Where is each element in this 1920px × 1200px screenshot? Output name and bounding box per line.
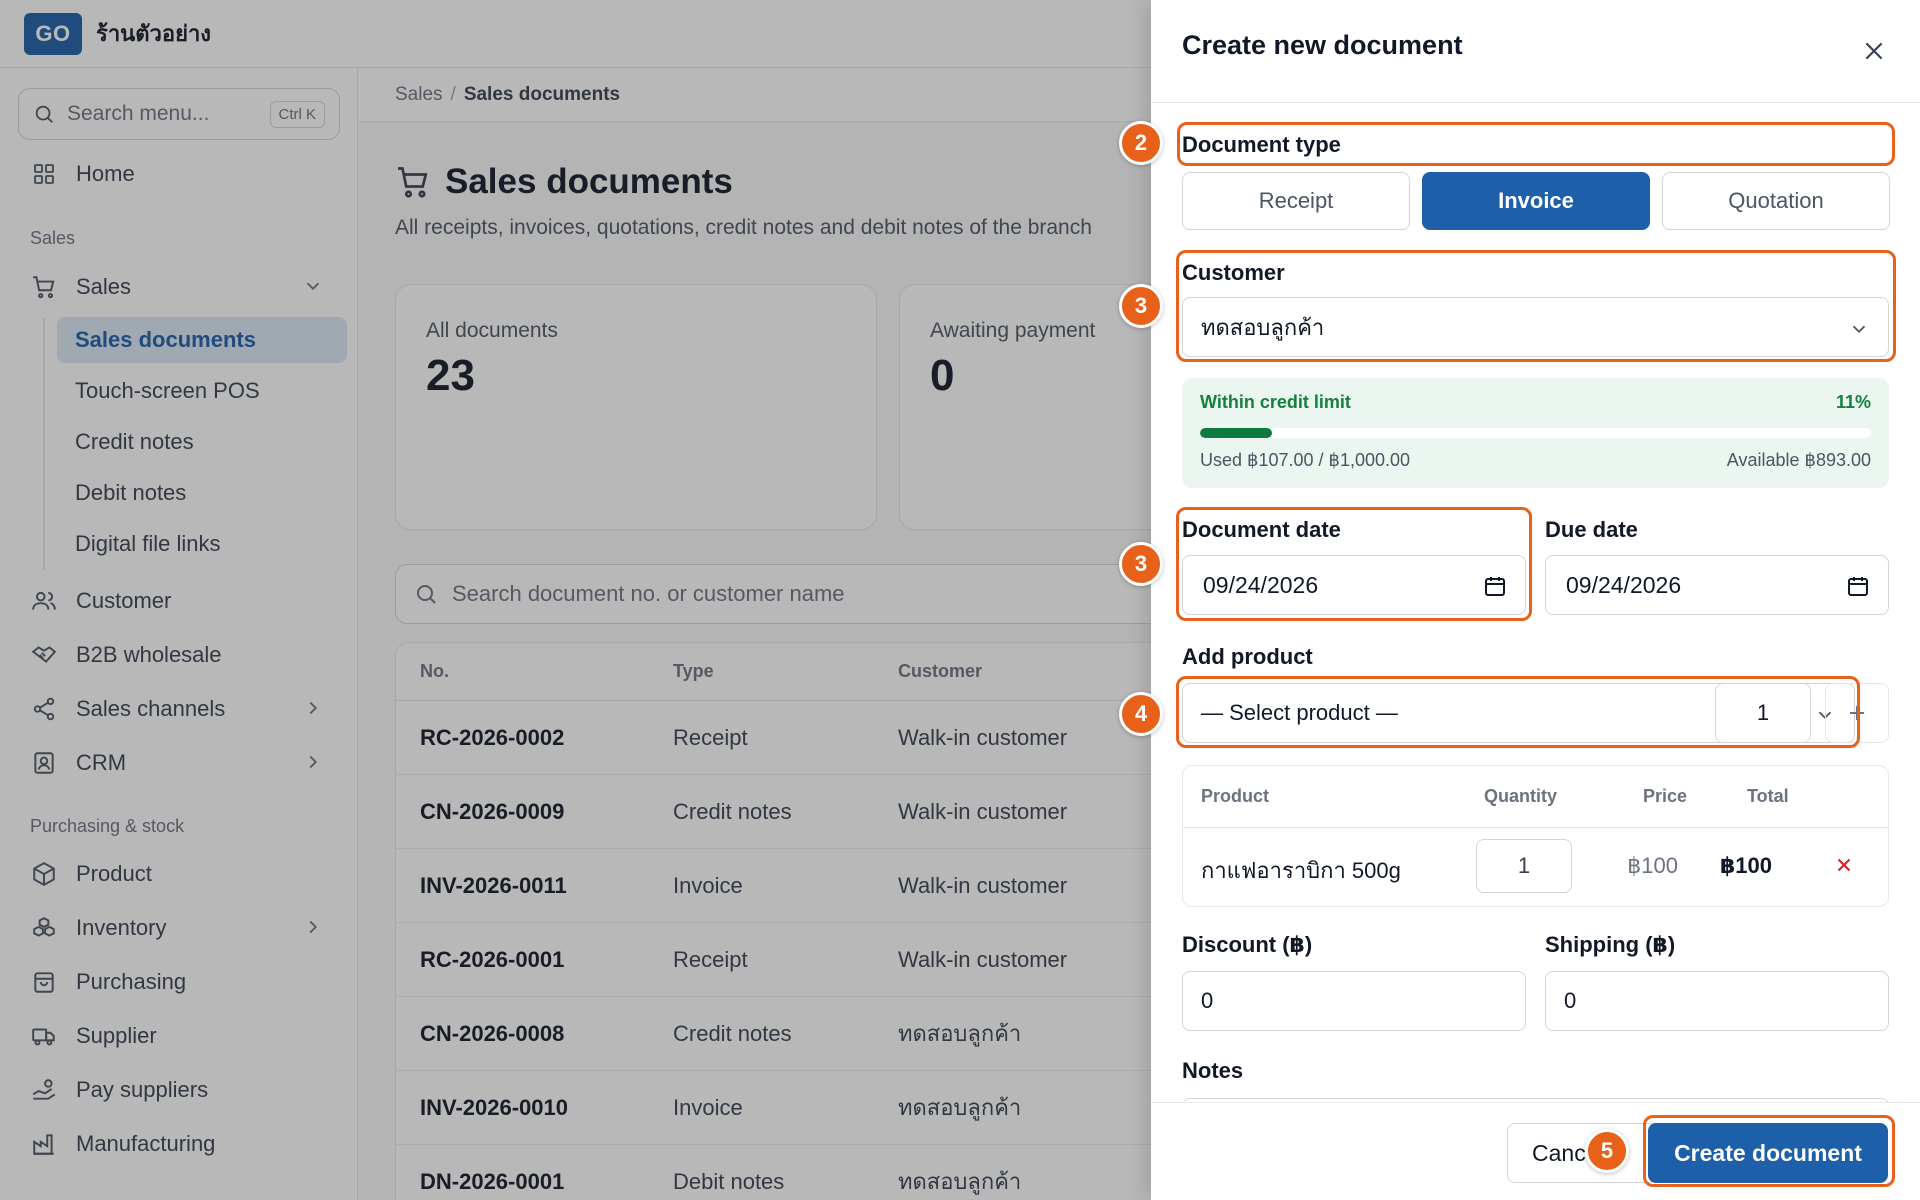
shipping-label: Shipping (฿) — [1545, 932, 1676, 957]
document-date-label: Document date — [1182, 517, 1341, 542]
credit-status: Within credit limit — [1200, 392, 1351, 412]
calendar-icon[interactable] — [1846, 574, 1870, 598]
due-date-input[interactable]: 09/24/2026 — [1545, 555, 1889, 615]
doc-type-label: Document type — [1182, 132, 1341, 157]
line-total: ฿100 — [1719, 853, 1772, 878]
create-document-button[interactable]: Create document — [1648, 1123, 1888, 1183]
step-badge-4: 4 — [1119, 692, 1163, 736]
create-document-drawer: Create new document Document type Receip… — [1119, 0, 1920, 1200]
price-header: Price — [1643, 786, 1688, 806]
credit-progress-fill — [1200, 428, 1272, 438]
total-header: Total — [1747, 786, 1789, 806]
drawer-header: Create new document — [1151, 0, 1920, 103]
doc-type-receipt-button[interactable]: Receipt — [1182, 172, 1410, 230]
chevron-down-icon — [1852, 325, 1866, 334]
add-product-button[interactable] — [1825, 683, 1889, 743]
discount-input[interactable]: 0 — [1182, 971, 1526, 1031]
document-date-input[interactable]: 09/24/2026 — [1182, 555, 1526, 615]
due-date-label: Due date — [1545, 517, 1638, 542]
line-product-name: กาแฟอาราบิกา 500g — [1201, 858, 1401, 883]
close-icon — [1865, 42, 1883, 60]
doc-type-quotation-button[interactable]: Quotation — [1662, 172, 1890, 230]
doc-type-invoice-button[interactable]: Invoice — [1422, 172, 1650, 230]
step-badge-3: 3 — [1119, 284, 1163, 328]
due-date-value: 09/24/2026 — [1566, 571, 1682, 598]
cancel-button[interactable]: Cancel — [1507, 1123, 1657, 1183]
shipping-input[interactable]: 0 — [1545, 971, 1889, 1031]
customer-select[interactable]: ทดสอบลูกค้า — [1182, 297, 1889, 357]
delete-x-icon[interactable] — [1833, 854, 1855, 876]
customer-select-value: ทดสอบลูกค้า — [1201, 314, 1325, 340]
drawer-footer: Cancel Create document — [1151, 1102, 1920, 1200]
credit-progress-bar — [1200, 428, 1871, 438]
plus-icon — [1850, 706, 1864, 720]
line-price: ฿100 — [1627, 853, 1678, 878]
quantity-header: Quantity — [1484, 786, 1558, 806]
discount-label: Discount (฿) — [1182, 932, 1313, 957]
credit-used: Used ฿107.00 / ฿1,000.00 — [1200, 450, 1411, 470]
product-line-table: Product Quantity Price Total กาแฟอาราบิก… — [1182, 765, 1889, 907]
credit-available: Available ฿893.00 — [1726, 450, 1871, 470]
credit-percent: 11% — [1835, 392, 1871, 412]
divider — [1183, 827, 1888, 828]
step-badge-5: 5 — [1585, 1129, 1629, 1173]
calendar-icon[interactable] — [1483, 574, 1507, 598]
modal-backdrop[interactable] — [0, 0, 1151, 1200]
product-select-placeholder: — Select product — — [1201, 700, 1398, 725]
credit-limit-panel: Within credit limit 11% Used ฿107.00 / ฿… — [1182, 378, 1889, 488]
close-button[interactable] — [1857, 34, 1891, 68]
step-badge-3-date: 3 — [1119, 542, 1163, 586]
drawer-title: Create new document — [1182, 30, 1463, 60]
product-header: Product — [1201, 786, 1270, 806]
document-date-value: 09/24/2026 — [1203, 571, 1319, 598]
add-product-label: Add product — [1182, 644, 1313, 669]
line-quantity-input[interactable]: 1 — [1476, 839, 1572, 893]
step-badge-2: 2 — [1119, 121, 1163, 165]
notes-label: Notes — [1182, 1058, 1244, 1083]
customer-label: Customer — [1182, 260, 1285, 285]
add-quantity-input[interactable]: 1 — [1715, 683, 1811, 743]
